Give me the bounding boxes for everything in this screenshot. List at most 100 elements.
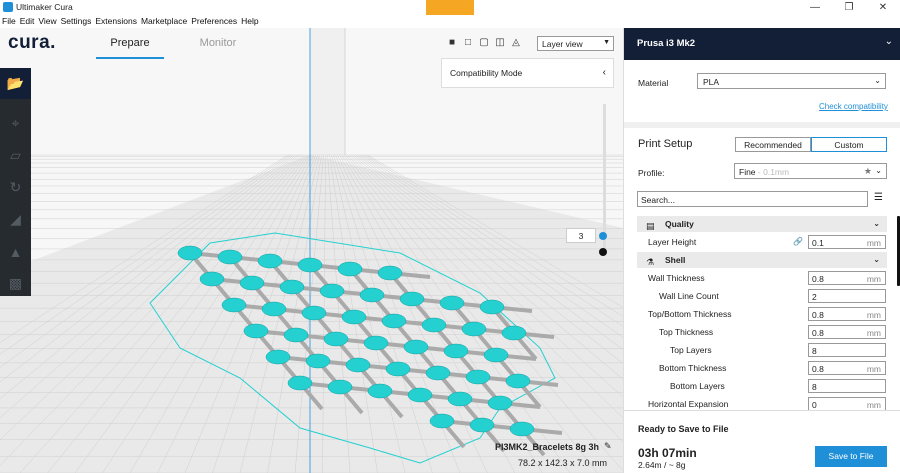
top-view-icon[interactable]: ▢ <box>478 37 490 49</box>
minimize-icon[interactable]: — <box>798 0 832 15</box>
menu-edit[interactable]: Edit <box>18 15 37 28</box>
support-blocker-icon[interactable]: ▩ <box>0 268 31 299</box>
right-view-icon[interactable]: ◬ <box>510 37 522 49</box>
chevron-down-icon: ▼ <box>603 39 610 46</box>
layer-slider-top-handle[interactable] <box>599 232 607 240</box>
chevron-down-icon: ⌄ <box>875 166 882 175</box>
material-select[interactable]: PLA ⌄ <box>697 73 886 89</box>
maximize-icon[interactable]: ❐ <box>832 0 866 15</box>
setting-input[interactable]: 0.8 mm <box>808 271 886 285</box>
menu-help[interactable]: Help <box>239 15 260 28</box>
compatibility-panel[interactable]: Compatibility Mode ‹ <box>441 58 614 88</box>
setting-wall-line-count: Wall Line Count 2 <box>637 288 887 304</box>
setting-input[interactable]: 0.8 mm <box>808 361 886 375</box>
setting-label: Bottom Thickness <box>659 363 727 373</box>
print-time: 03h 07min <box>638 446 697 460</box>
layer-slider-bottom-handle[interactable] <box>599 248 607 256</box>
front-view-icon[interactable]: □ <box>462 37 474 49</box>
profile-select[interactable]: Fine - 0.1mm ★ ⌄ <box>734 163 887 179</box>
profile-value: Fine <box>739 167 756 177</box>
scale-tool-icon[interactable]: ▱ <box>0 140 31 171</box>
rotate-tool-icon[interactable]: ↻ <box>0 172 31 203</box>
chevron-down-icon: ⌄ <box>874 76 881 85</box>
per-model-settings-icon[interactable]: ▲ <box>0 236 31 267</box>
setting-label: Top/Bottom Thickness <box>648 309 732 319</box>
window-title: Ultimaker Cura <box>16 2 73 12</box>
category-shell-label: Shell <box>665 255 686 265</box>
chevron-down-icon: ⌄ <box>884 36 893 47</box>
cura-logo: cura. <box>8 32 56 53</box>
job-name: PI3MK2_Bracelets 8g 3h <box>495 442 600 452</box>
build-plate <box>0 28 623 473</box>
setting-label: Layer Height <box>648 237 697 247</box>
menu-settings[interactable]: Settings <box>59 15 94 28</box>
setting-bottom-layers: Bottom Layers 8 <box>637 378 887 394</box>
chevron-down-icon: ⌄ <box>873 219 880 228</box>
material-usage: 2.64m / ~ 8g <box>638 460 686 470</box>
move-tool-icon[interactable]: ⌖ <box>0 108 31 139</box>
quality-icon: ▤ <box>646 221 655 231</box>
shell-icon: ⚗ <box>646 257 655 267</box>
star-icon[interactable]: ★ <box>864 166 872 177</box>
title-bar: Ultimaker Cura — ❐ ✕ <box>0 0 900 17</box>
chevron-left-icon[interactable]: ‹ <box>603 67 606 78</box>
setting-top-bottom-thickness: Top/Bottom Thickness 0.8 mm <box>637 306 887 322</box>
close-icon[interactable]: ✕ <box>866 0 900 15</box>
setting-layer-height: Layer Height 🔗 0.1 mm <box>637 234 887 250</box>
app-icon <box>3 2 13 12</box>
chevron-down-icon: ⌄ <box>873 255 880 264</box>
recommended-button[interactable]: Recommended <box>735 137 811 152</box>
3d-viewport[interactable] <box>0 28 623 473</box>
divider <box>624 122 900 128</box>
profile-label: Profile: <box>638 168 665 178</box>
setting-bottom-thickness: Bottom Thickness 0.8 mm <box>637 360 887 376</box>
menu-view[interactable]: View <box>36 15 58 28</box>
job-dimensions: 78.2 x 142.3 x 7.0 mm <box>518 458 608 468</box>
category-shell[interactable]: ⚗ Shell ⌄ <box>637 252 887 268</box>
tool-sidebar: 📂 ⌖ ▱ ↻ ◢ ▲ ▩ <box>0 68 31 296</box>
setting-input[interactable]: 0.8 mm <box>808 307 886 321</box>
material-label: Material <box>638 78 669 88</box>
check-compatibility-link[interactable]: Check compatibility <box>819 102 888 111</box>
save-to-file-button[interactable]: Save to File <box>815 446 887 467</box>
settings-panel: Prusa i3 Mk2 ⌄ Material PLA ⌄ Check comp… <box>623 28 900 473</box>
menu-marketplace[interactable]: Marketplace <box>139 15 189 28</box>
tab-prepare[interactable]: Prepare <box>96 34 164 59</box>
setting-label: Bottom Layers <box>670 381 725 391</box>
divider <box>624 410 900 411</box>
printer-name: Prusa i3 Mk2 <box>637 38 696 49</box>
setting-label: Top Layers <box>670 345 712 355</box>
setting-input[interactable]: 2 <box>808 289 886 303</box>
open-file-icon[interactable]: 📂 <box>0 68 31 99</box>
3d-view-icon[interactable]: ■ <box>446 37 458 49</box>
ready-status: Ready to Save to File <box>638 424 729 434</box>
menu-preferences[interactable]: Preferences <box>189 15 239 28</box>
setting-input[interactable]: 0.8 mm <box>808 325 886 339</box>
link-icon: 🔗 <box>793 237 803 246</box>
print-setup-title: Print Setup <box>638 138 693 150</box>
category-quality-label: Quality <box>665 219 694 229</box>
setting-input[interactable]: 0.1 mm <box>808 235 886 249</box>
settings-list: ▤ Quality ⌄ Layer Height 🔗 0.1 mm ⚗ Shell… <box>637 216 887 438</box>
tab-monitor[interactable]: Monitor <box>184 34 252 59</box>
current-layer-input[interactable]: 3 <box>566 228 596 243</box>
category-quality[interactable]: ▤ Quality ⌄ <box>637 216 887 232</box>
settings-search-input[interactable]: Search... <box>637 191 868 207</box>
menu-file[interactable]: File <box>0 15 18 28</box>
mirror-tool-icon[interactable]: ◢ <box>0 204 31 235</box>
setting-wall-thickness: Wall Thickness 0.8 mm <box>637 270 887 286</box>
menu-extensions[interactable]: Extensions <box>93 15 139 28</box>
setting-input[interactable]: 0 mm <box>808 397 886 411</box>
view-mode-select[interactable]: Layer view ▼ <box>537 36 614 51</box>
compatibility-label: Compatibility Mode <box>450 68 523 78</box>
edit-pencil-icon[interactable]: ✎ <box>604 441 612 452</box>
view-mode-value: Layer view <box>542 39 583 49</box>
setting-input[interactable]: 8 <box>808 343 886 357</box>
custom-button[interactable]: Custom <box>811 137 887 152</box>
setting-label: Top Thickness <box>659 327 714 337</box>
setting-top-layers: Top Layers 8 <box>637 342 887 358</box>
printer-selector[interactable]: Prusa i3 Mk2 ⌄ <box>624 28 900 60</box>
left-view-icon[interactable]: ◫ <box>494 37 506 49</box>
setting-input[interactable]: 8 <box>808 379 886 393</box>
hamburger-menu-icon[interactable]: ☰ <box>874 192 883 203</box>
